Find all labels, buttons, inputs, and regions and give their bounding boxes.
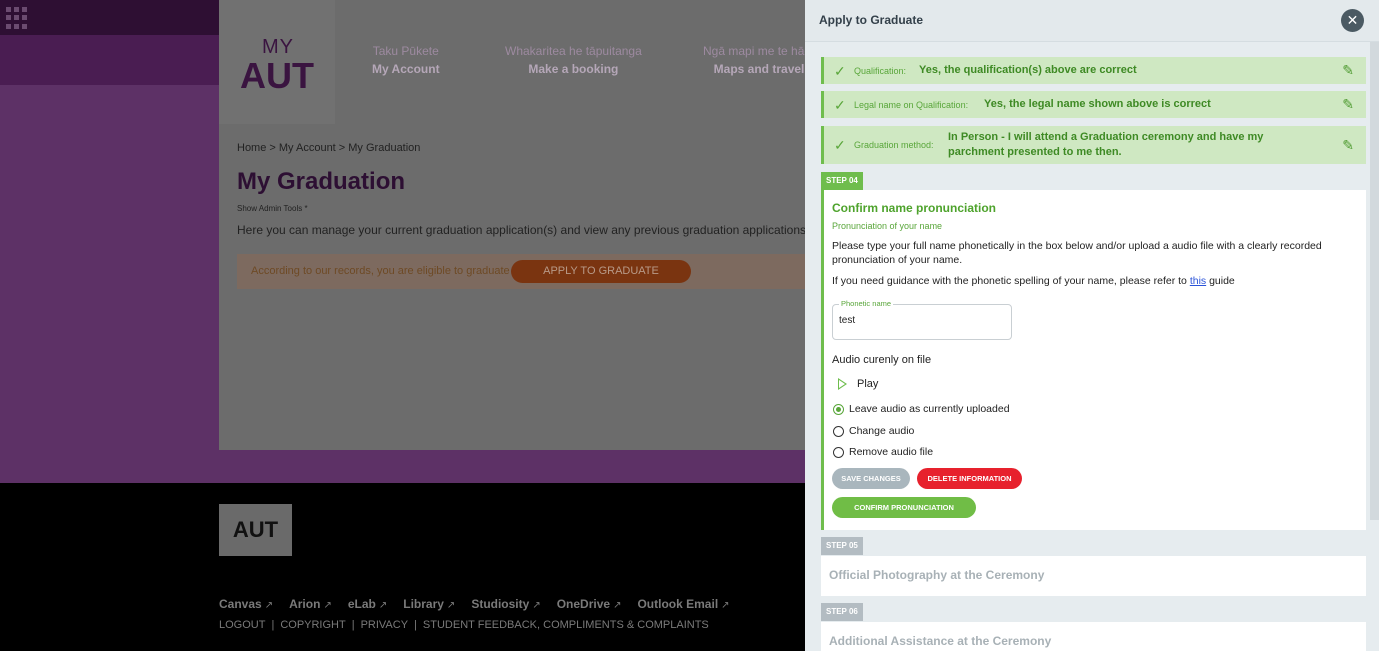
footer-aut-logo[interactable]: AUT [219,504,292,556]
radio-button[interactable] [833,446,844,458]
external-link-icon: ↗ [613,600,622,611]
phonetic-name-input[interactable] [839,315,1004,326]
panel-title: Apply to Graduate [819,13,924,27]
breadcrumb[interactable]: Home > My Account > My Graduation [237,142,420,154]
show-admin-tools-link[interactable]: Show Admin Tools * [237,204,308,213]
completed-step-value: Yes, the qualification(s) above are corr… [919,64,1137,76]
completed-step-value: In Person - I will attend a Graduation c… [948,131,1264,158]
apply-to-graduate-button[interactable]: APPLY TO GRADUATE [511,260,691,283]
completed-step-qualification: ✓ Qualification: Yes, the qualification(… [821,57,1366,84]
footer-link-arion[interactable]: Arion ↗ [289,597,332,611]
close-icon[interactable]: ✕ [1341,9,1364,32]
completed-step-label: Qualification: [854,66,907,76]
step-tag: STEP 05 [821,537,863,555]
nav-item-maps-travel[interactable]: Ngā mapi me te hāer Maps and travel [703,44,815,76]
nav-item-make-booking[interactable]: Whakaritea he tāpuitanga Make a booking [505,44,642,76]
check-icon: ✓ [834,63,846,79]
phonetic-name-label: Phonetic name [839,299,894,308]
footer-links: Canvas ↗ Arion ↗ eLab ↗ Library ↗ Studiosity… [219,597,730,611]
save-changes-button[interactable]: SAVE CHANGES [832,468,910,489]
audio-on-file-label: Audio curenly on file [832,354,932,366]
step-subtitle: Pronunciation of your name [832,221,943,231]
footer-link-outlook-email[interactable]: Outlook Email ↗ [637,597,729,611]
radio-button-checked[interactable] [833,403,844,415]
pencil-icon[interactable]: ✎ [1342,62,1354,79]
step-title: Confirm name pronunciation [832,201,997,215]
step-card-assistance[interactable]: Additional Assistance at the Ceremony [821,622,1366,651]
pencil-icon[interactable]: ✎ [1342,137,1354,154]
step-card-photography[interactable]: Official Photography at the Ceremony [821,556,1366,596]
external-link-icon: ↗ [323,600,332,611]
radio-change-audio[interactable]: Change audio [833,425,914,437]
phonetic-name-field[interactable]: Phonetic name [832,299,1012,340]
guide-link[interactable]: this [1190,275,1206,287]
radio-button[interactable] [833,425,844,437]
intro-text: Here you can manage your current graduat… [237,223,810,237]
completed-step-label: Legal name on Qualification: [854,100,969,110]
step-tag: STEP 04 [821,172,863,190]
nav-item-sub: Whakaritea he tāpuitanga [505,44,642,58]
check-icon: ✓ [834,97,846,113]
logo-aut-text: AUT [240,55,314,96]
footer-legal-links: LOGOUT | COPYRIGHT | PRIVACY | STUDENT FEEDBAC… [219,619,709,631]
footer-link-elab[interactable]: eLab ↗ [348,597,387,611]
step-tag: STEP 06 [821,603,863,621]
step-title: Additional Assistance at the Ceremony [829,634,1052,648]
external-link-icon: ↗ [446,600,456,611]
external-link-icon: ↗ [264,600,274,611]
guide-text: If you need guidance with the phonetic s… [832,275,1235,287]
page-title: My Graduation [237,168,406,195]
nav-item-sub: Ngā mapi me te hāer [703,44,816,58]
completed-step-graduation-method: ✓ Graduation method: In Person - I will … [821,126,1366,164]
completed-step-label: Graduation method: [854,140,934,150]
nav-item-sub: Taku Pūkete [372,44,439,58]
play-audio-button[interactable]: Play [838,378,879,391]
footer-link-onedrive[interactable]: OneDrive ↗ [557,597,622,611]
radio-remove-audio[interactable]: Remove audio file [833,446,933,458]
nav-item-main: Maps and travel [713,62,805,76]
confirm-pronunciation-button[interactable]: CONFIRM PRONUNCIATION [832,497,976,518]
feedback-link[interactable]: STUDENT FEEDBACK, COMPLIMENTS & COMPLAIN… [423,619,709,631]
check-icon: ✓ [834,137,846,153]
footer-link-library[interactable]: Library ↗ [403,597,455,611]
step-card-pronunciation: Confirm name pronunciation Pronunciation… [821,190,1366,530]
play-label: Play [857,378,879,390]
app-grid-icon[interactable] [6,7,28,29]
step-instructions: Please type your full name phonetically … [832,240,1322,266]
completed-step-value: Yes, the legal name shown above is corre… [984,98,1211,110]
external-link-icon: ↗ [532,600,541,611]
radio-leave-audio[interactable]: Leave audio as currently uploaded [833,403,1010,415]
nav-item-main: My Account [372,62,440,76]
nav-item-main: Make a booking [528,62,619,76]
play-icon [838,378,847,391]
nav-item-my-account[interactable]: Taku Pūkete My Account [372,44,440,76]
footer-link-canvas[interactable]: Canvas ↗ [219,597,273,611]
apply-to-graduate-panel: Apply to Graduate ✕ ✓ Qualification: Yes… [805,0,1379,651]
completed-step-legal-name: ✓ Legal name on Qualification: Yes, the … [821,91,1366,118]
privacy-link[interactable]: PRIVACY [361,619,408,631]
panel-header: Apply to Graduate ✕ [805,0,1379,42]
delete-information-button[interactable]: DELETE INFORMATION [917,468,1022,489]
pencil-icon[interactable]: ✎ [1342,96,1354,113]
step-title: Official Photography at the Ceremony [829,568,1045,582]
eligibility-text: According to our records, you are eligib… [251,265,510,277]
external-link-icon: ↗ [378,600,388,611]
eligibility-banner: According to our records, you are eligib… [237,254,807,289]
panel-scrollbar[interactable] [1370,42,1379,520]
copyright-link[interactable]: COPYRIGHT [280,619,345,631]
logout-link[interactable]: LOGOUT [219,619,265,631]
external-link-icon: ↗ [721,600,730,611]
footer-link-studiosity[interactable]: Studiosity ↗ [471,597,540,611]
